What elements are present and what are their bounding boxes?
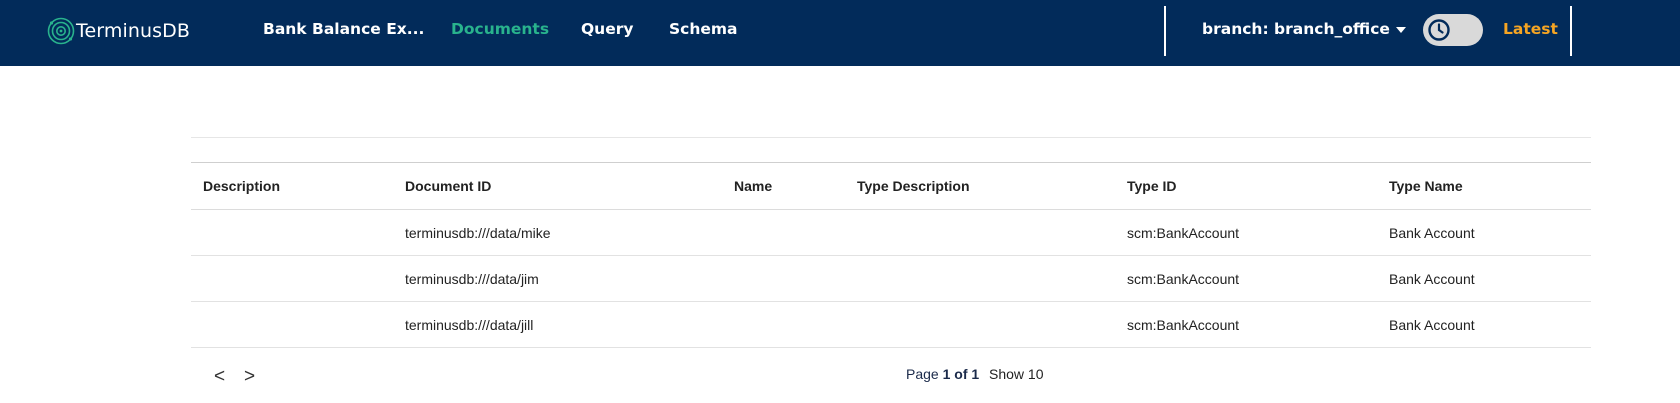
column-header-type-name[interactable]: Type Name xyxy=(1389,163,1463,209)
caret-down-icon xyxy=(1395,27,1406,33)
cell-type-id: scm:BankAccount xyxy=(1127,270,1240,287)
page-size-selector[interactable]: Show 10 xyxy=(989,366,1043,382)
table-row[interactable]: terminusdb:///data/mike scm:BankAccount … xyxy=(191,210,1591,256)
terminusdb-logo-icon xyxy=(47,17,75,45)
time-travel-toggle[interactable] xyxy=(1423,14,1483,46)
logo-text: TerminusDB xyxy=(76,20,190,42)
table-row[interactable]: terminusdb:///data/jim scm:BankAccount B… xyxy=(191,256,1591,302)
table-row[interactable]: terminusdb:///data/jill scm:BankAccount … xyxy=(191,302,1591,348)
column-header-document-id[interactable]: Document ID xyxy=(405,163,491,209)
cell-type-name: Bank Account xyxy=(1389,316,1475,333)
page-prefix: Page xyxy=(906,366,939,382)
previous-page-button[interactable]: < xyxy=(214,366,225,388)
clock-icon xyxy=(1426,17,1452,43)
cell-type-id: scm:BankAccount xyxy=(1127,224,1240,241)
navbar-divider xyxy=(1570,6,1572,56)
navbar-divider xyxy=(1164,6,1166,56)
nav-query[interactable]: Query xyxy=(581,20,633,38)
page-of: of xyxy=(954,366,968,382)
nav-documents[interactable]: Documents xyxy=(451,20,549,38)
cell-document-id: terminusdb:///data/jim xyxy=(405,270,539,287)
page-total: 1 xyxy=(971,366,980,382)
cell-document-id: terminusdb:///data/mike xyxy=(405,224,551,241)
column-header-type-description[interactable]: Type Description xyxy=(857,163,970,209)
latest-link[interactable]: Latest xyxy=(1503,20,1558,38)
page-current: 1 xyxy=(942,366,951,382)
nav-database-name[interactable]: Bank Balance Ex... xyxy=(263,20,424,38)
next-page-button[interactable]: > xyxy=(244,366,255,388)
cell-type-id: scm:BankAccount xyxy=(1127,316,1240,333)
top-navbar: TerminusDB Bank Balance Ex... Documents … xyxy=(0,0,1680,66)
table-header: Description Document ID Name Type Descri… xyxy=(191,162,1591,210)
branch-label: branch: branch_office xyxy=(1202,20,1390,38)
documents-table: Description Document ID Name Type Descri… xyxy=(191,162,1591,348)
column-header-name[interactable]: Name xyxy=(734,163,772,209)
column-header-type-id[interactable]: Type ID xyxy=(1127,163,1177,209)
cell-type-name: Bank Account xyxy=(1389,224,1475,241)
nav-schema[interactable]: Schema xyxy=(669,20,738,38)
logo[interactable]: TerminusDB xyxy=(46,15,190,47)
cell-type-name: Bank Account xyxy=(1389,270,1475,287)
section-divider xyxy=(191,137,1591,138)
cell-document-id: terminusdb:///data/jill xyxy=(405,316,534,333)
column-header-description[interactable]: Description xyxy=(203,163,280,209)
branch-selector[interactable]: branch: branch_office xyxy=(1202,20,1406,38)
page-indicator: Page 1 of 1 xyxy=(906,366,979,382)
